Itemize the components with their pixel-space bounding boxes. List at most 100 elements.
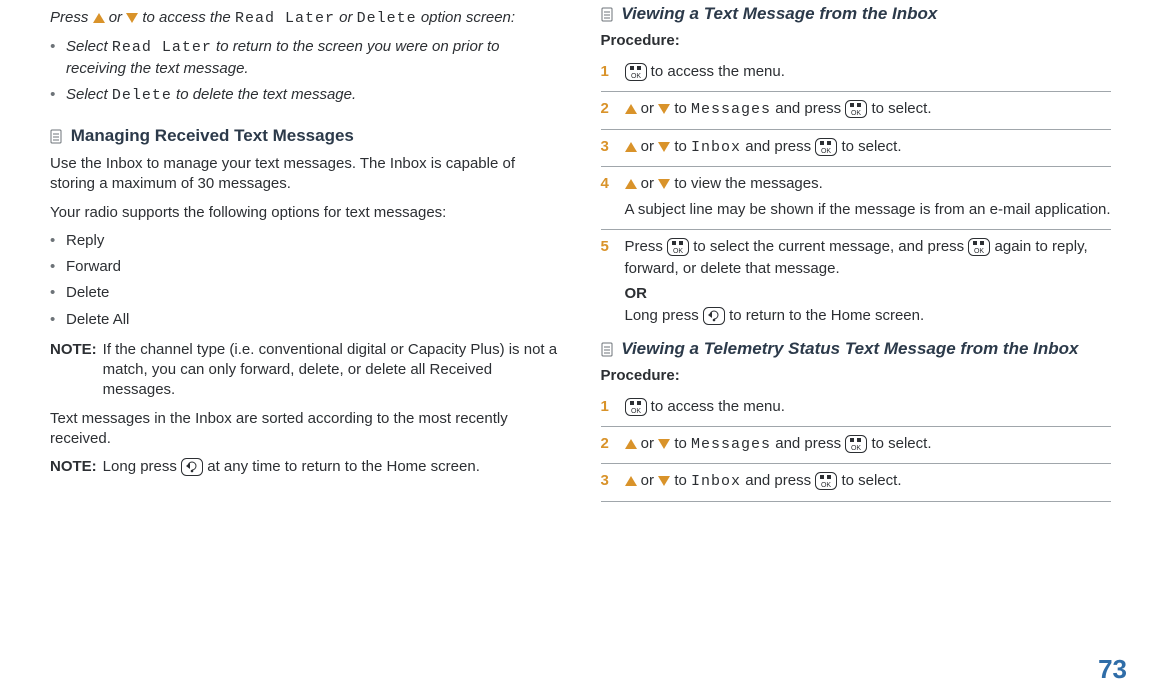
step4-text: to view the messages. <box>674 175 822 192</box>
ok-key-icon: OK <box>845 435 867 453</box>
step-number: 3 <box>601 136 615 159</box>
section-managing-received: Managing Received Text Messages <box>50 126 561 146</box>
step2-or: or <box>641 100 659 117</box>
sub2-title-text: Viewing a Telemetry Status Text Message … <box>621 339 1078 358</box>
step3b-code: Inbox <box>691 473 741 490</box>
note2-post: at any time to return to the Home screen… <box>207 458 480 475</box>
step3-code: Inbox <box>691 139 741 156</box>
ok-key-icon: OK <box>625 398 647 416</box>
bullet-delete: Select Delete to delete the text message… <box>50 85 561 106</box>
bullet1-pre: Select <box>66 38 112 55</box>
step5-or-label: OR <box>625 283 1112 305</box>
option-delete: Delete <box>50 283 561 303</box>
option-forward: Forward <box>50 257 561 277</box>
nav-up-icon <box>625 179 637 189</box>
step-body: OK to access the menu. <box>625 61 1112 83</box>
intro-bullet-list: Select Read Later to return to the scree… <box>50 37 561 106</box>
note1-body: If the channel type (i.e. conventional d… <box>103 340 561 401</box>
step5-pre: Press <box>625 238 668 255</box>
option-delete-all: Delete All <box>50 310 561 330</box>
step3-to: to <box>674 138 691 155</box>
nav-down-icon <box>658 476 670 486</box>
left-column: Press or to access the Read Later or Del… <box>30 0 581 693</box>
note2-pre: Long press <box>103 458 181 475</box>
nav-up-icon <box>625 104 637 114</box>
section-title-text: Managing Received Text Messages <box>71 126 354 145</box>
step1b-text: to access the menu. <box>651 398 785 415</box>
step-1b: 1 OK to access the menu. <box>601 390 1112 427</box>
step2b-press: and press <box>775 435 845 452</box>
svg-text:OK: OK <box>851 445 861 452</box>
step-body: or to Inbox and press OK to select. <box>625 136 1112 159</box>
bullet-read-later: Select Read Later to return to the scree… <box>50 37 561 79</box>
nav-down-icon <box>126 13 138 23</box>
nav-down-icon <box>658 142 670 152</box>
ok-key-icon: OK <box>845 100 867 118</box>
options-list: Reply Forward Delete Delete All <box>50 231 561 330</box>
step4-secondary: A subject line may be shown if the messa… <box>625 199 1112 221</box>
page-number: 73 <box>1098 654 1127 685</box>
step-body: OK to access the menu. <box>625 396 1112 418</box>
note-channel-type: NOTE: If the channel type (i.e. conventi… <box>50 340 561 401</box>
step-body: or to Messages and press OK to select. <box>625 433 1112 456</box>
step3b-press: and press <box>745 472 815 489</box>
bullet2-code: Delete <box>112 87 172 104</box>
step-number: 2 <box>601 433 615 456</box>
svg-text:OK: OK <box>974 248 984 255</box>
step-3b: 3 or to Inbox and press OK to select. <box>601 464 1112 502</box>
step2b-to: to <box>674 435 691 452</box>
svg-text:OK: OK <box>630 73 640 80</box>
bullet1-code: Read Later <box>112 39 212 56</box>
nav-down-icon <box>658 439 670 449</box>
svg-text:OK: OK <box>673 248 683 255</box>
ok-key-icon: OK <box>625 63 647 81</box>
svg-text:OK: OK <box>851 110 861 117</box>
step3-end: to select. <box>841 138 901 155</box>
options-intro-paragraph: Your radio supports the following option… <box>50 203 561 223</box>
step-number: 4 <box>601 173 615 221</box>
note1-label: NOTE: <box>50 340 97 401</box>
step3-press: and press <box>745 138 815 155</box>
step-number: 1 <box>601 61 615 83</box>
subsection-viewing-telemetry: Viewing a Telemetry Status Text Message … <box>601 339 1112 359</box>
svg-text:OK: OK <box>821 148 831 155</box>
step-2b: 2 or to Messages and press OK to select. <box>601 427 1112 465</box>
ok-key-icon: OK <box>815 138 837 156</box>
intro-code-read-later: Read Later <box>235 10 335 27</box>
step-body: or to Messages and press OK to select. <box>625 98 1112 121</box>
back-key-icon <box>703 307 725 325</box>
right-column: Viewing a Text Message from the Inbox Pr… <box>581 0 1132 693</box>
step-3: 3 or to Inbox and press OK to select. <box>601 130 1112 168</box>
intro-mid: or <box>109 9 127 26</box>
ok-key-icon: OK <box>667 238 689 256</box>
svg-text:OK: OK <box>821 482 831 489</box>
intro-code-delete: Delete <box>357 10 417 27</box>
intro-end: option screen: <box>421 9 515 26</box>
procedure-label-2: Procedure: <box>601 367 1112 384</box>
subsection-viewing-text: Viewing a Text Message from the Inbox <box>601 4 1112 24</box>
step2-code: Messages <box>691 101 771 118</box>
sub1-title-text: Viewing a Text Message from the Inbox <box>621 4 937 23</box>
step5-alt-pre: Long press <box>625 307 703 324</box>
step-4: 4 or to view the messages. A subject lin… <box>601 167 1112 230</box>
intro-between-codes: or <box>339 9 357 26</box>
document-icon <box>50 129 62 144</box>
option-reply: Reply <box>50 231 561 251</box>
step2-to: to <box>674 100 691 117</box>
step-body: or to Inbox and press OK to select. <box>625 470 1112 493</box>
step-number: 1 <box>601 396 615 418</box>
inbox-capacity-paragraph: Use the Inbox to manage your text messag… <box>50 154 561 195</box>
step-2: 2 or to Messages and press OK to select. <box>601 92 1112 130</box>
procedure-label-1: Procedure: <box>601 32 1112 49</box>
nav-up-icon <box>625 439 637 449</box>
nav-down-icon <box>658 104 670 114</box>
intro-paragraph: Press or to access the Read Later or Del… <box>50 8 561 29</box>
intro-pre: Press <box>50 9 93 26</box>
step2-end: to select. <box>871 100 931 117</box>
step-number: 2 <box>601 98 615 121</box>
step5-alt-post: to return to the Home screen. <box>729 307 924 324</box>
step-1: 1 OK to access the menu. <box>601 55 1112 92</box>
step3b-end: to select. <box>841 472 901 489</box>
bullet2-pre: Select <box>66 86 112 103</box>
step2b-code: Messages <box>691 436 771 453</box>
